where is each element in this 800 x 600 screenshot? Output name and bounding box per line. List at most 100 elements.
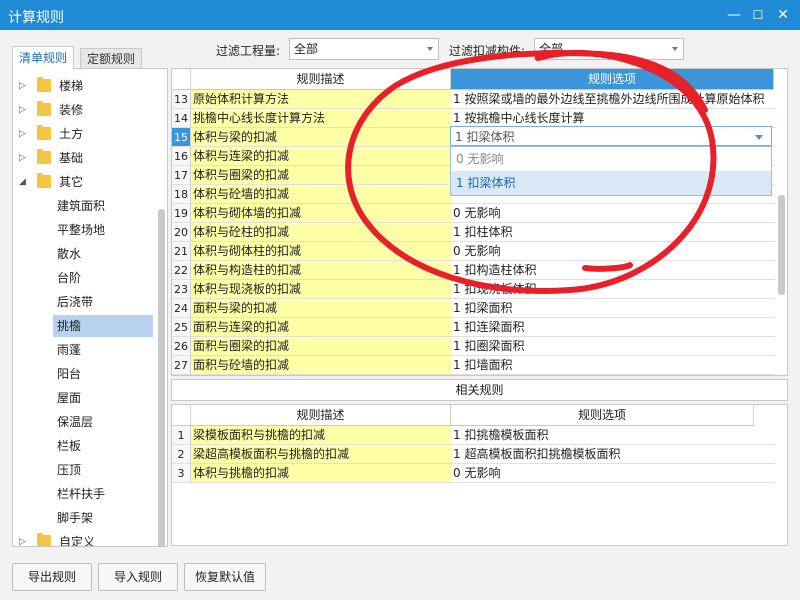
chevron-down-icon [427, 47, 433, 51]
export-rules-button[interactable]: 导出规则 [12, 563, 92, 591]
tree-item-child[interactable]: 挑檐 [53, 315, 153, 337]
tree-item-folder[interactable]: ◢ 其它 [13, 171, 153, 193]
tree-item-child[interactable]: 栏板 [13, 435, 153, 457]
tree-item-folder[interactable]: ▷ 基础 [13, 147, 153, 169]
rule-option-cell[interactable]: 1 超高模板面积扣挑檐模板面积 [451, 445, 775, 464]
tree-item-child[interactable]: 压顶 [13, 459, 153, 481]
grid-corner [172, 405, 191, 426]
tree-item-child[interactable]: 平整场地 [13, 219, 153, 241]
tab-quota-rules[interactable]: 定额规则 [80, 48, 143, 70]
rule-option-cell[interactable]: 1 扣柱体积 [451, 223, 775, 242]
component-filter-select[interactable]: 全部 [534, 38, 684, 60]
tree-item-folder[interactable]: ▷ 自定义 [13, 531, 153, 547]
import-rules-button[interactable]: 导入规则 [98, 563, 178, 591]
tree-item-child[interactable]: 散水 [13, 243, 153, 265]
rule-option-cell[interactable]: 0 无影响 [451, 242, 775, 261]
quantity-filter-label: 过滤工程量: [216, 44, 281, 58]
rule-description-cell[interactable]: 挑檐中心线长度计算方法 [191, 109, 452, 128]
table-row[interactable]: 19 体积与砌体墙的扣减 0 无影响 [172, 204, 775, 223]
collapsed-arrow-icon[interactable]: ▷ [19, 147, 26, 169]
table-row[interactable]: 1 梁模板面积与挑檐的扣减 1 扣挑檐模板面积 [172, 426, 775, 445]
rule-description-cell[interactable]: 体积与构造柱的扣减 [191, 261, 452, 280]
tree-item-child[interactable]: 台阶 [13, 267, 153, 289]
rule-description-cell[interactable]: 原始体积计算方法 [191, 90, 452, 109]
table-row[interactable]: 24 面积与梁的扣减 1 扣梁面积 [172, 299, 775, 318]
tree-item-label: 栏杆扶手 [57, 487, 106, 501]
table-row[interactable]: 26 面积与圈梁的扣减 1 扣圈梁面积 [172, 337, 775, 356]
table-row[interactable]: 27 面积与砼墙的扣减 1 扣墙面积 [172, 356, 775, 375]
rule-description-cell[interactable]: 梁模板面积与挑檐的扣减 [191, 426, 452, 445]
grid-corner [172, 69, 191, 90]
rule-description-cell[interactable]: 体积与砌体墙的扣减 [191, 204, 452, 223]
collapsed-arrow-icon[interactable]: ▷ [19, 531, 26, 546]
tree-item-label: 台阶 [57, 271, 82, 285]
tree-scrollbar[interactable] [158, 209, 165, 546]
rule-option-cell[interactable]: 0 无影响 [451, 204, 775, 223]
rule-description-cell[interactable]: 面积与砼墙的扣减 [191, 356, 452, 375]
tree-item-child[interactable]: 栏杆扶手 [13, 483, 153, 505]
table-row[interactable]: 2 梁超高模板面积与挑檐的扣减 1 超高模板面积扣挑檐模板面积 [172, 445, 775, 464]
rule-description-cell[interactable]: 体积与梁的扣减 [191, 128, 452, 147]
rule-description-cell[interactable]: 体积与现浇板的扣减 [191, 280, 452, 299]
rule-description-cell[interactable]: 面积与圈梁的扣减 [191, 337, 452, 356]
maximize-button[interactable]: ☐ [746, 4, 770, 26]
tree-item-child[interactable]: 后浇带 [13, 291, 153, 313]
rule-description-cell[interactable]: 面积与连梁的扣减 [191, 318, 452, 337]
rule-description-cell[interactable]: 面积与梁的扣减 [191, 299, 452, 318]
tree-item-child[interactable]: 建筑面积 [13, 195, 153, 217]
rule-description-cell[interactable]: 体积与砼墙的扣减 [191, 185, 452, 204]
table-row[interactable]: 23 体积与现浇板的扣减 1 扣现浇板体积 [172, 280, 775, 299]
collapsed-arrow-icon[interactable]: ▷ [19, 75, 26, 97]
table-row[interactable]: 20 体积与砼柱的扣减 1 扣柱体积 [172, 223, 775, 242]
collapsed-arrow-icon[interactable]: ▷ [19, 99, 26, 121]
rule-option-cell[interactable]: 0 无影响 [451, 464, 775, 483]
grid-scrollbar[interactable] [778, 195, 785, 295]
related-rules-bar[interactable]: 相关规则 [171, 379, 788, 401]
rule-option-cell[interactable]: 1 扣构造柱体积 [451, 261, 775, 280]
dropdown-option-0[interactable]: 0 无影响 [451, 147, 771, 171]
rule-description-cell[interactable]: 体积与圈梁的扣减 [191, 166, 452, 185]
table-row[interactable]: 22 体积与构造柱的扣减 1 扣构造柱体积 [172, 261, 775, 280]
chevron-down-icon [672, 47, 678, 51]
rule-description-cell[interactable]: 体积与砼柱的扣减 [191, 223, 452, 242]
rule-option-cell[interactable]: 1 扣现浇板体积 [451, 280, 775, 299]
tree-item-folder[interactable]: ▷ 楼梯 [13, 75, 153, 97]
quantity-filter-select[interactable]: 全部 [289, 38, 439, 60]
rule-option-cell[interactable]: 1 按照梁或墙的最外边线至挑檐外边线所围成计算原始体积 [451, 90, 775, 109]
rule-option-cell[interactable]: 1 扣梁面积 [451, 299, 775, 318]
tree-item-folder[interactable]: ▷ 装修 [13, 99, 153, 121]
tree-item-child[interactable]: 屋面 [13, 387, 153, 409]
tree-item-folder[interactable]: ▷ 土方 [13, 123, 153, 145]
rule-description-cell[interactable]: 体积与砌体柱的扣减 [191, 242, 452, 261]
minimize-button[interactable]: — [722, 4, 746, 26]
dropdown-option-1[interactable]: 1 扣梁体积 [451, 171, 771, 195]
tree-item-child[interactable]: 阳台 [13, 363, 153, 385]
rule-option-cell[interactable]: 1 扣挑檐模板面积 [451, 426, 775, 445]
row-number: 25 [172, 318, 191, 337]
rule-option-editor[interactable]: 1 扣梁体积 [450, 126, 772, 146]
rules-grid: 规则描述 规则选项 13 原始体积计算方法 1 按照梁或墙的最外边线至挑檐外边线所围… [171, 68, 788, 376]
tree-item-label: 栏板 [57, 439, 82, 453]
tree-item-child[interactable]: 雨蓬 [13, 339, 153, 361]
table-row[interactable]: 21 体积与砌体柱的扣减 0 无影响 [172, 242, 775, 261]
rule-description-cell[interactable]: 体积与连梁的扣减 [191, 147, 452, 166]
table-row[interactable]: 25 面积与连梁的扣减 1 扣连梁面积 [172, 318, 775, 337]
expanded-arrow-icon[interactable]: ◢ [19, 171, 26, 193]
rule-option-dropdown: 0 无影响 1 扣梁体积 [450, 146, 772, 196]
tab-list-rules[interactable]: 清单规则 [12, 46, 75, 70]
tree-item-child[interactable]: 保温层 [13, 411, 153, 433]
tree-item-child[interactable]: 脚手架 [13, 507, 153, 529]
table-row[interactable]: 3 体积与挑檐的扣减 0 无影响 [172, 464, 775, 483]
rule-description-cell[interactable]: 体积与挑檐的扣减 [191, 464, 452, 483]
rule-option-cell[interactable]: 1 扣连梁面积 [451, 318, 775, 337]
rule-option-cell[interactable]: 1 扣墙面积 [451, 356, 775, 375]
row-number: 18 [172, 185, 191, 204]
tree-item-label: 自定义 [59, 535, 96, 547]
table-row[interactable]: 13 原始体积计算方法 1 按照梁或墙的最外边线至挑檐外边线所围成计算原始体积 [172, 90, 775, 109]
rule-option-cell[interactable]: 1 扣圈梁面积 [451, 337, 775, 356]
close-button[interactable]: ✕ [771, 4, 795, 26]
restore-default-button[interactable]: 恢复默认值 [184, 563, 266, 591]
window-title: 计算规则 [8, 10, 64, 26]
collapsed-arrow-icon[interactable]: ▷ [19, 123, 26, 145]
rule-description-cell[interactable]: 梁超高模板面积与挑檐的扣减 [191, 445, 452, 464]
